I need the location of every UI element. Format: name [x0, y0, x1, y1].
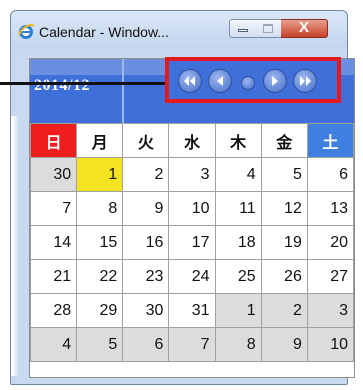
day-cell[interactable]: 22	[76, 259, 124, 294]
day-cell[interactable]: 12	[260, 191, 308, 226]
day-cell[interactable]: 2	[260, 293, 308, 328]
day-cell[interactable]: 7	[29, 191, 78, 226]
window-frame-edge	[11, 116, 29, 376]
day-cell[interactable]: 10	[168, 191, 216, 226]
day-cell[interactable]: 7	[168, 327, 216, 362]
day-cell[interactable]: 9	[260, 327, 308, 362]
day-cell[interactable]: 5	[76, 327, 124, 362]
day-cell[interactable]: 30	[29, 157, 78, 192]
day-cell[interactable]: 9	[122, 191, 170, 226]
weekday-saturday: 土	[306, 123, 355, 158]
day-cell[interactable]: 30	[122, 293, 170, 328]
callout-line	[0, 82, 168, 85]
day-cell[interactable]: 8	[76, 191, 124, 226]
day-cell[interactable]: 14	[29, 225, 78, 260]
weekday-header-row: 日 月 火 水 木 金 土	[29, 123, 355, 158]
day-cell[interactable]: 2	[122, 157, 170, 192]
minimize-icon	[238, 29, 248, 32]
weekday-friday: 金	[260, 123, 308, 158]
maximize-button[interactable]	[255, 19, 282, 38]
day-cell[interactable]: 4	[214, 157, 262, 192]
day-cell[interactable]: 8	[214, 327, 262, 362]
day-cell[interactable]: 17	[168, 225, 216, 260]
week-row: 4 5 6 7 8 9 10	[29, 327, 355, 362]
calendar-body: 2014/12 日 月 火 水 木 金 土 30 1 2 3 4 5 6 7 8…	[29, 58, 355, 378]
day-cell[interactable]: 10	[306, 327, 355, 362]
next-icon[interactable]	[263, 69, 287, 93]
first-icon[interactable]	[178, 69, 202, 93]
day-cell[interactable]: 27	[306, 259, 355, 294]
navigation-highlight-box	[165, 57, 341, 103]
week-row: 21 22 23 24 25 26 27	[29, 259, 355, 294]
close-icon: X	[298, 19, 309, 36]
day-cell[interactable]: 3	[306, 293, 355, 328]
day-cell[interactable]: 13	[306, 191, 355, 226]
day-cell[interactable]: 5	[260, 157, 308, 192]
day-cell[interactable]: 21	[29, 259, 78, 294]
week-row: 30 1 2 3 4 5 6	[29, 157, 355, 192]
previous-icon[interactable]	[208, 69, 232, 93]
weekday-sunday: 日	[29, 123, 78, 158]
month-label: 2014/12	[34, 77, 90, 94]
day-cell-today[interactable]: 1	[76, 157, 124, 192]
day-cell[interactable]: 3	[168, 157, 216, 192]
calendar-grid: 日 月 火 水 木 金 土 30 1 2 3 4 5 6 7 8 9 10 11…	[29, 123, 355, 362]
weekday-tuesday: 火	[122, 123, 170, 158]
weekday-monday: 月	[76, 123, 124, 158]
day-cell[interactable]: 15	[76, 225, 124, 260]
day-cell[interactable]: 6	[122, 327, 170, 362]
title-bar[interactable]: Calendar - Window... X	[11, 11, 347, 49]
day-cell[interactable]: 24	[168, 259, 216, 294]
day-cell[interactable]: 16	[122, 225, 170, 260]
day-cell[interactable]: 4	[29, 327, 78, 362]
week-row: 7 8 9 10 11 12 13	[29, 191, 355, 226]
close-button[interactable]: X	[281, 19, 328, 38]
weekday-thursday: 木	[214, 123, 262, 158]
day-cell[interactable]: 1	[214, 293, 262, 328]
day-cell[interactable]: 28	[29, 293, 78, 328]
maximize-icon	[263, 24, 273, 33]
day-cell[interactable]: 18	[214, 225, 262, 260]
weekday-wednesday: 水	[168, 123, 216, 158]
day-cell[interactable]: 20	[306, 225, 355, 260]
last-icon[interactable]	[293, 69, 317, 93]
day-cell[interactable]: 26	[260, 259, 308, 294]
day-cell[interactable]: 11	[214, 191, 262, 226]
header-divider	[122, 59, 124, 123]
day-cell[interactable]: 19	[260, 225, 308, 260]
day-cell[interactable]: 6	[306, 157, 355, 192]
minimize-button[interactable]	[229, 19, 256, 38]
day-cell[interactable]: 31	[168, 293, 216, 328]
day-cell[interactable]: 29	[76, 293, 124, 328]
window-title: Calendar - Window...	[39, 24, 169, 40]
today-dot-icon[interactable]	[241, 76, 255, 90]
internet-explorer-icon	[18, 24, 35, 39]
day-cell[interactable]: 25	[214, 259, 262, 294]
day-cell[interactable]: 23	[122, 259, 170, 294]
week-row: 28 29 30 31 1 2 3	[29, 293, 355, 328]
week-row: 14 15 16 17 18 19 20	[29, 225, 355, 260]
